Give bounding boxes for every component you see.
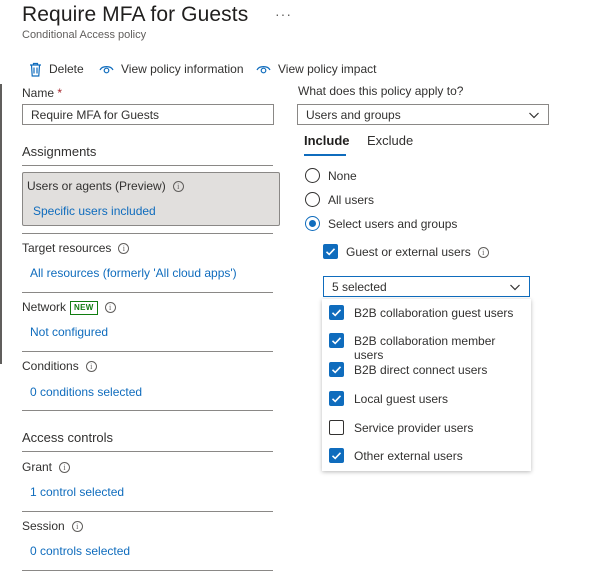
- row-divider: [22, 351, 273, 352]
- chevron-down-icon: [510, 284, 520, 291]
- conditions-label-group: Conditions i: [22, 359, 97, 373]
- apply-to-value: Users and groups: [306, 108, 401, 122]
- checkmark-icon: [331, 366, 342, 374]
- guest-types-value: 5 selected: [332, 280, 387, 294]
- option-service-provider-users[interactable]: Service provider users: [329, 420, 524, 437]
- assignments-heading: Assignments: [22, 144, 97, 159]
- radio-select-users-and-groups-label: Select users and groups: [328, 217, 458, 231]
- info-icon[interactable]: i: [118, 243, 130, 255]
- row-divider: [22, 410, 273, 411]
- checkmark-icon: [331, 309, 342, 317]
- option-label: B2B collaboration guest users: [354, 306, 514, 320]
- info-icon[interactable]: i: [104, 302, 116, 314]
- users-or-agents-label-group: Users or agents (Preview) i: [27, 179, 184, 193]
- row-divider: [22, 233, 273, 234]
- guest-or-external-users-label: Guest or external users: [346, 245, 471, 259]
- guest-types-dropdown[interactable]: 5 selected: [323, 276, 530, 297]
- target-resources-label-group: Target resources i: [22, 241, 130, 255]
- view-policy-information-button[interactable]: View policy information: [99, 60, 244, 78]
- info-icon[interactable]: i: [85, 361, 97, 373]
- option-label: Service provider users: [354, 421, 474, 435]
- eye-icon: [256, 66, 271, 74]
- option-local-guest-users[interactable]: Local guest users: [329, 391, 524, 408]
- assignments-divider: [22, 165, 273, 166]
- eye-icon: [99, 66, 114, 74]
- option-checkbox[interactable]: [329, 448, 344, 463]
- option-b2b-direct-connect-users[interactable]: B2B direct connect users: [329, 362, 524, 379]
- apply-to-dropdown[interactable]: Users and groups: [297, 104, 549, 125]
- radio-all-users-label: All users: [328, 193, 375, 207]
- conditions-label: Conditions: [22, 359, 79, 373]
- name-label-text: Name: [22, 86, 55, 100]
- network-label-group: Network NEW i: [22, 300, 116, 315]
- session-label: Session: [22, 519, 65, 533]
- grant-link[interactable]: 1 control selected: [30, 485, 124, 499]
- more-options-button[interactable]: ···: [275, 6, 292, 22]
- network-not-configured-link[interactable]: Not configured: [30, 325, 108, 339]
- info-icon[interactable]: i: [172, 181, 184, 193]
- grant-label: Grant: [22, 460, 53, 474]
- window-edge: [0, 84, 2, 364]
- option-b2b-collaboration-member-users[interactable]: B2B collaboration member users: [329, 333, 524, 362]
- page-title: Require MFA for Guests: [22, 3, 249, 26]
- row-divider: [22, 511, 273, 512]
- chevron-down-icon: [529, 112, 539, 119]
- row-divider: [22, 570, 273, 571]
- guest-types-menu: B2B collaboration guest users B2B collab…: [322, 299, 531, 471]
- info-icon[interactable]: i: [59, 462, 71, 474]
- view-policy-impact-label: View policy impact: [278, 62, 377, 76]
- option-label: Other external users: [354, 449, 463, 463]
- network-label: Network: [22, 300, 67, 314]
- option-other-external-users[interactable]: Other external users: [329, 448, 524, 465]
- conditions-link[interactable]: 0 conditions selected: [30, 385, 142, 399]
- guest-or-external-users-label-group: Guest or external users i: [346, 245, 489, 259]
- option-label: B2B direct connect users: [354, 363, 488, 377]
- users-or-agents-label: Users or agents (Preview): [27, 179, 166, 193]
- target-resources-label: Target resources: [22, 241, 112, 255]
- name-label: Name *: [22, 86, 62, 100]
- radio-none[interactable]: [305, 168, 320, 183]
- tab-exclude[interactable]: Exclude: [367, 133, 413, 148]
- info-icon[interactable]: i: [477, 247, 489, 259]
- policy-name-input[interactable]: Require MFA for Guests: [22, 104, 274, 125]
- option-checkbox[interactable]: [329, 305, 344, 320]
- guest-or-external-users-checkbox[interactable]: [323, 244, 338, 259]
- access-controls-divider: [22, 451, 273, 452]
- radio-none-label: None: [328, 169, 357, 183]
- page-subtitle: Conditional Access policy: [22, 29, 147, 41]
- option-checkbox[interactable]: [329, 420, 344, 435]
- delete-label: Delete: [49, 62, 84, 76]
- checkmark-icon: [331, 452, 342, 460]
- option-checkbox[interactable]: [329, 333, 344, 348]
- users-or-agents-row[interactable]: Users or agents (Preview) i Specific user…: [22, 172, 280, 226]
- required-mark: *: [57, 86, 63, 100]
- active-tab-indicator: [304, 154, 346, 156]
- apply-to-question: What does this policy apply to?: [298, 84, 464, 98]
- option-label: B2B collaboration member users: [354, 334, 496, 362]
- grant-label-group: Grant i: [22, 460, 71, 474]
- radio-select-users-and-groups[interactable]: [305, 216, 320, 231]
- info-icon[interactable]: i: [71, 521, 83, 533]
- view-policy-impact-button[interactable]: View policy impact: [256, 60, 376, 78]
- radio-all-users[interactable]: [305, 192, 320, 207]
- view-policy-information-label: View policy information: [121, 62, 244, 76]
- session-link[interactable]: 0 controls selected: [30, 544, 130, 558]
- tab-include[interactable]: Include: [304, 133, 350, 148]
- new-badge: NEW: [70, 300, 98, 315]
- specific-users-included-link[interactable]: Specific users included: [33, 204, 156, 218]
- checkmark-icon: [331, 395, 342, 403]
- checkmark-icon: [331, 337, 342, 345]
- session-label-group: Session i: [22, 519, 83, 533]
- all-resources-link[interactable]: All resources (formerly 'All cloud apps'…: [30, 266, 237, 280]
- option-b2b-collaboration-guest-users[interactable]: B2B collaboration guest users: [329, 305, 524, 322]
- access-controls-heading: Access controls: [22, 430, 114, 445]
- option-label: Local guest users: [354, 392, 449, 406]
- delete-button[interactable]: Delete: [29, 60, 84, 78]
- option-checkbox[interactable]: [329, 362, 344, 377]
- trash-icon: [30, 62, 41, 77]
- row-divider: [22, 292, 273, 293]
- checkmark-icon: [325, 248, 336, 256]
- option-checkbox[interactable]: [329, 391, 344, 406]
